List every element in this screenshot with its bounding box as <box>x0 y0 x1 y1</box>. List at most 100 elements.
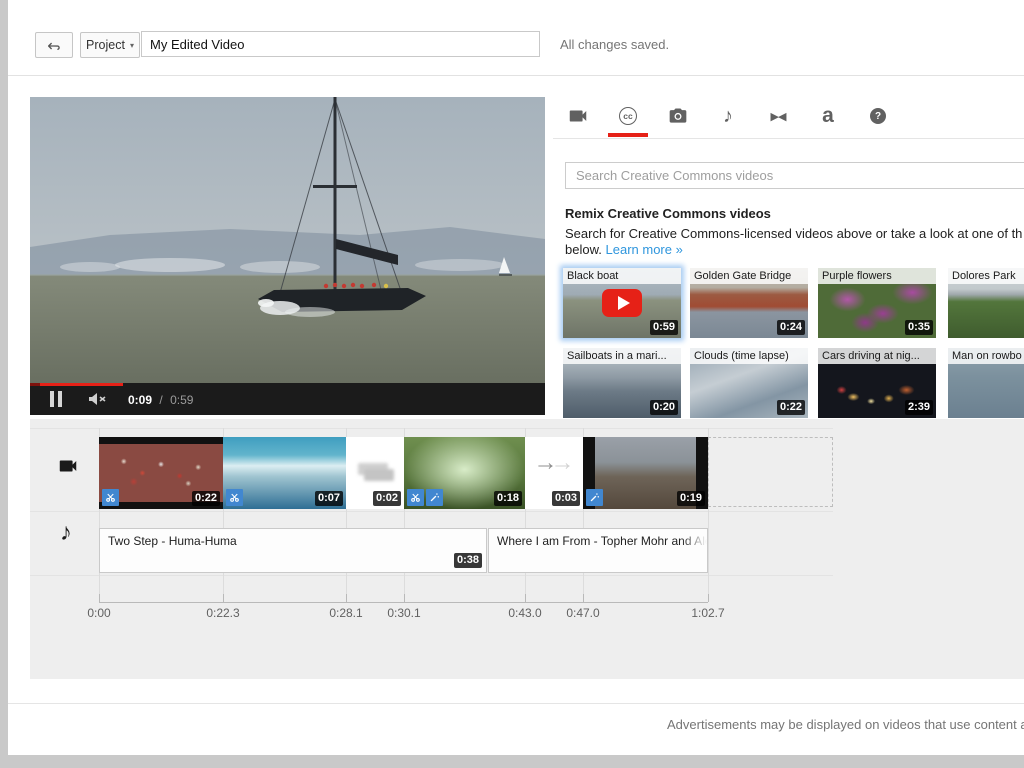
clip-duration: 0:03 <box>552 491 580 506</box>
cc-video-black-boat[interactable]: Black boat 0:59 <box>563 268 681 338</box>
ruler-label: 0:47.0 <box>566 606 599 620</box>
back-arrow-icon: ↩ <box>47 37 60 53</box>
cc-video-purple-flowers[interactable]: Purple flowers 0:35 <box>818 268 936 338</box>
cc-video-duration: 0:20 <box>650 400 678 415</box>
text-icon: a <box>822 104 834 128</box>
trim-scissors-icon <box>407 489 424 506</box>
timeline-clip-forest[interactable]: 0:18 <box>404 437 525 509</box>
search-input[interactable] <box>565 162 1024 189</box>
cc-video-dolores-park[interactable]: Dolores Park <box>948 268 1024 338</box>
video-frame-sailboat <box>30 97 545 383</box>
ruler-tick <box>223 594 224 602</box>
ruler-tick <box>404 594 405 602</box>
cc-video-title: Clouds (time lapse) <box>690 348 808 364</box>
project-title-input[interactable] <box>141 31 540 57</box>
active-tab-underline <box>608 133 648 137</box>
cc-video-man-on-rowboat[interactable]: Man on rowbo <box>948 348 1024 418</box>
timeline-clip-title-card[interactable]: 0:02 <box>346 437 404 509</box>
timeline-clip-hikers[interactable]: 0:19 <box>583 437 708 509</box>
cc-video-title: Dolores Park <box>948 268 1024 284</box>
cc-video-cars-at-night[interactable]: Cars driving at nig... 2:39 <box>818 348 936 418</box>
ruler-tick <box>583 594 584 602</box>
grid-line <box>30 428 833 429</box>
tab-creative-commons[interactable]: cc <box>603 103 653 129</box>
play-icon <box>618 296 630 310</box>
tabs-divider <box>553 138 1024 139</box>
play-button-overlay[interactable] <box>602 289 642 317</box>
ruler-tick <box>346 594 347 602</box>
pause-button[interactable] <box>50 391 63 407</box>
cc-video-sailboats-marina[interactable]: Sailboats in a mari... 0:20 <box>563 348 681 418</box>
grid-line <box>30 575 833 576</box>
tab-video-camera[interactable] <box>553 103 603 129</box>
learn-more-link[interactable]: Learn more » <box>606 242 683 257</box>
current-time: 0:09 <box>128 393 152 407</box>
cc-video-golden-gate-bridge[interactable]: Golden Gate Bridge 0:24 <box>690 268 808 338</box>
back-button[interactable]: ↩ <box>35 32 73 58</box>
tab-text[interactable]: a <box>803 103 853 129</box>
trim-scissors-icon <box>226 489 243 506</box>
clip-duration: 0:02 <box>373 491 401 506</box>
clip-duration: 0:22 <box>192 491 220 506</box>
remix-body-line2-text: below. <box>565 242 602 257</box>
audio-clip-where-i-am-from[interactable]: Where I am From - Topher Mohr and Alex E… <box>488 528 708 573</box>
cc-video-title: Black boat <box>563 268 681 284</box>
timeline-clip-transition[interactable]: →→ 0:03 <box>525 437 583 509</box>
progress-bar[interactable] <box>30 383 123 386</box>
music-note-icon: ♪ <box>723 105 733 128</box>
cc-video-title: Golden Gate Bridge <box>690 268 808 284</box>
remix-body-line2: below. Learn more » <box>565 242 683 257</box>
ruler-label: 1:02.7 <box>691 606 724 620</box>
audio-clip-title: Where I am From - Topher Mohr and Alex E… <box>489 529 707 553</box>
ruler-label: 0:22.3 <box>206 606 239 620</box>
chevron-down-icon: ▾ <box>130 41 134 50</box>
transition-arrows-icon: →→ <box>525 451 583 475</box>
video-camera-icon <box>567 105 589 127</box>
audio-clip-title: Two Step - Huma-Huma <box>100 529 486 553</box>
volume-muted-button[interactable] <box>88 392 108 411</box>
timeline-clip-crowd[interactable]: 0:22 <box>99 437 223 509</box>
transitions-icon: ▶◀ <box>771 110 786 123</box>
cc-video-title: Purple flowers <box>818 268 936 284</box>
cc-video-duration: 2:39 <box>905 400 933 415</box>
ruler-label: 0:30.1 <box>387 606 420 620</box>
time-display: 0:09 / 0:59 <box>128 393 193 407</box>
footer-advertisement-note: Advertisements may be displayed on video… <box>667 717 1024 732</box>
ruler-label: 0:28.1 <box>329 606 362 620</box>
tab-audio[interactable]: ♪ <box>703 103 753 129</box>
tab-photo-camera[interactable] <box>653 103 703 129</box>
video-track-icon <box>57 455 79 477</box>
remix-body-line1: Search for Creative Commons-licensed vid… <box>565 226 1022 241</box>
timeline-clip-mountains[interactable]: 0:07 <box>223 437 346 509</box>
grid-line <box>30 511 833 512</box>
tab-transitions[interactable]: ▶◀ <box>753 103 803 129</box>
audio-clip-two-step[interactable]: Two Step - Huma-Huma 0:38 <box>99 528 487 573</box>
video-player[interactable]: 0:09 / 0:59 <box>30 97 545 415</box>
cc-video-clouds-time-lapse[interactable]: Clouds (time lapse) 0:22 <box>690 348 808 418</box>
editor-page: ↩ Project ▾ All changes saved. <box>8 0 1024 755</box>
remix-heading: Remix Creative Commons videos <box>565 206 771 221</box>
cc-video-duration: 0:24 <box>777 320 805 335</box>
time-separator: / <box>159 393 162 407</box>
media-tabs: cc ♪ ▶◀ a ? <box>553 103 903 129</box>
clip-duration: 0:18 <box>494 491 522 506</box>
time-ruler <box>99 602 708 603</box>
clip-duration: 0:07 <box>315 491 343 506</box>
cc-video-title: Cars driving at nig... <box>818 348 936 364</box>
creative-commons-icon: cc <box>619 107 637 125</box>
cc-video-duration: 0:59 <box>650 320 678 335</box>
ruler-tick <box>99 594 100 602</box>
tab-help[interactable]: ? <box>853 103 903 129</box>
effects-wand-icon <box>426 489 443 506</box>
cc-video-duration: 0:35 <box>905 320 933 335</box>
total-time: 0:59 <box>170 393 193 407</box>
save-status-text: All changes saved. <box>560 37 669 52</box>
trim-scissors-icon <box>102 489 119 506</box>
effects-wand-icon <box>586 489 603 506</box>
ruler-tick <box>708 594 709 602</box>
cc-video-duration: 0:22 <box>777 400 805 415</box>
clip-drop-zone[interactable] <box>708 437 833 507</box>
volume-muted-icon <box>88 392 108 406</box>
photo-camera-icon <box>668 106 688 126</box>
project-menu-button[interactable]: Project ▾ <box>80 32 140 58</box>
